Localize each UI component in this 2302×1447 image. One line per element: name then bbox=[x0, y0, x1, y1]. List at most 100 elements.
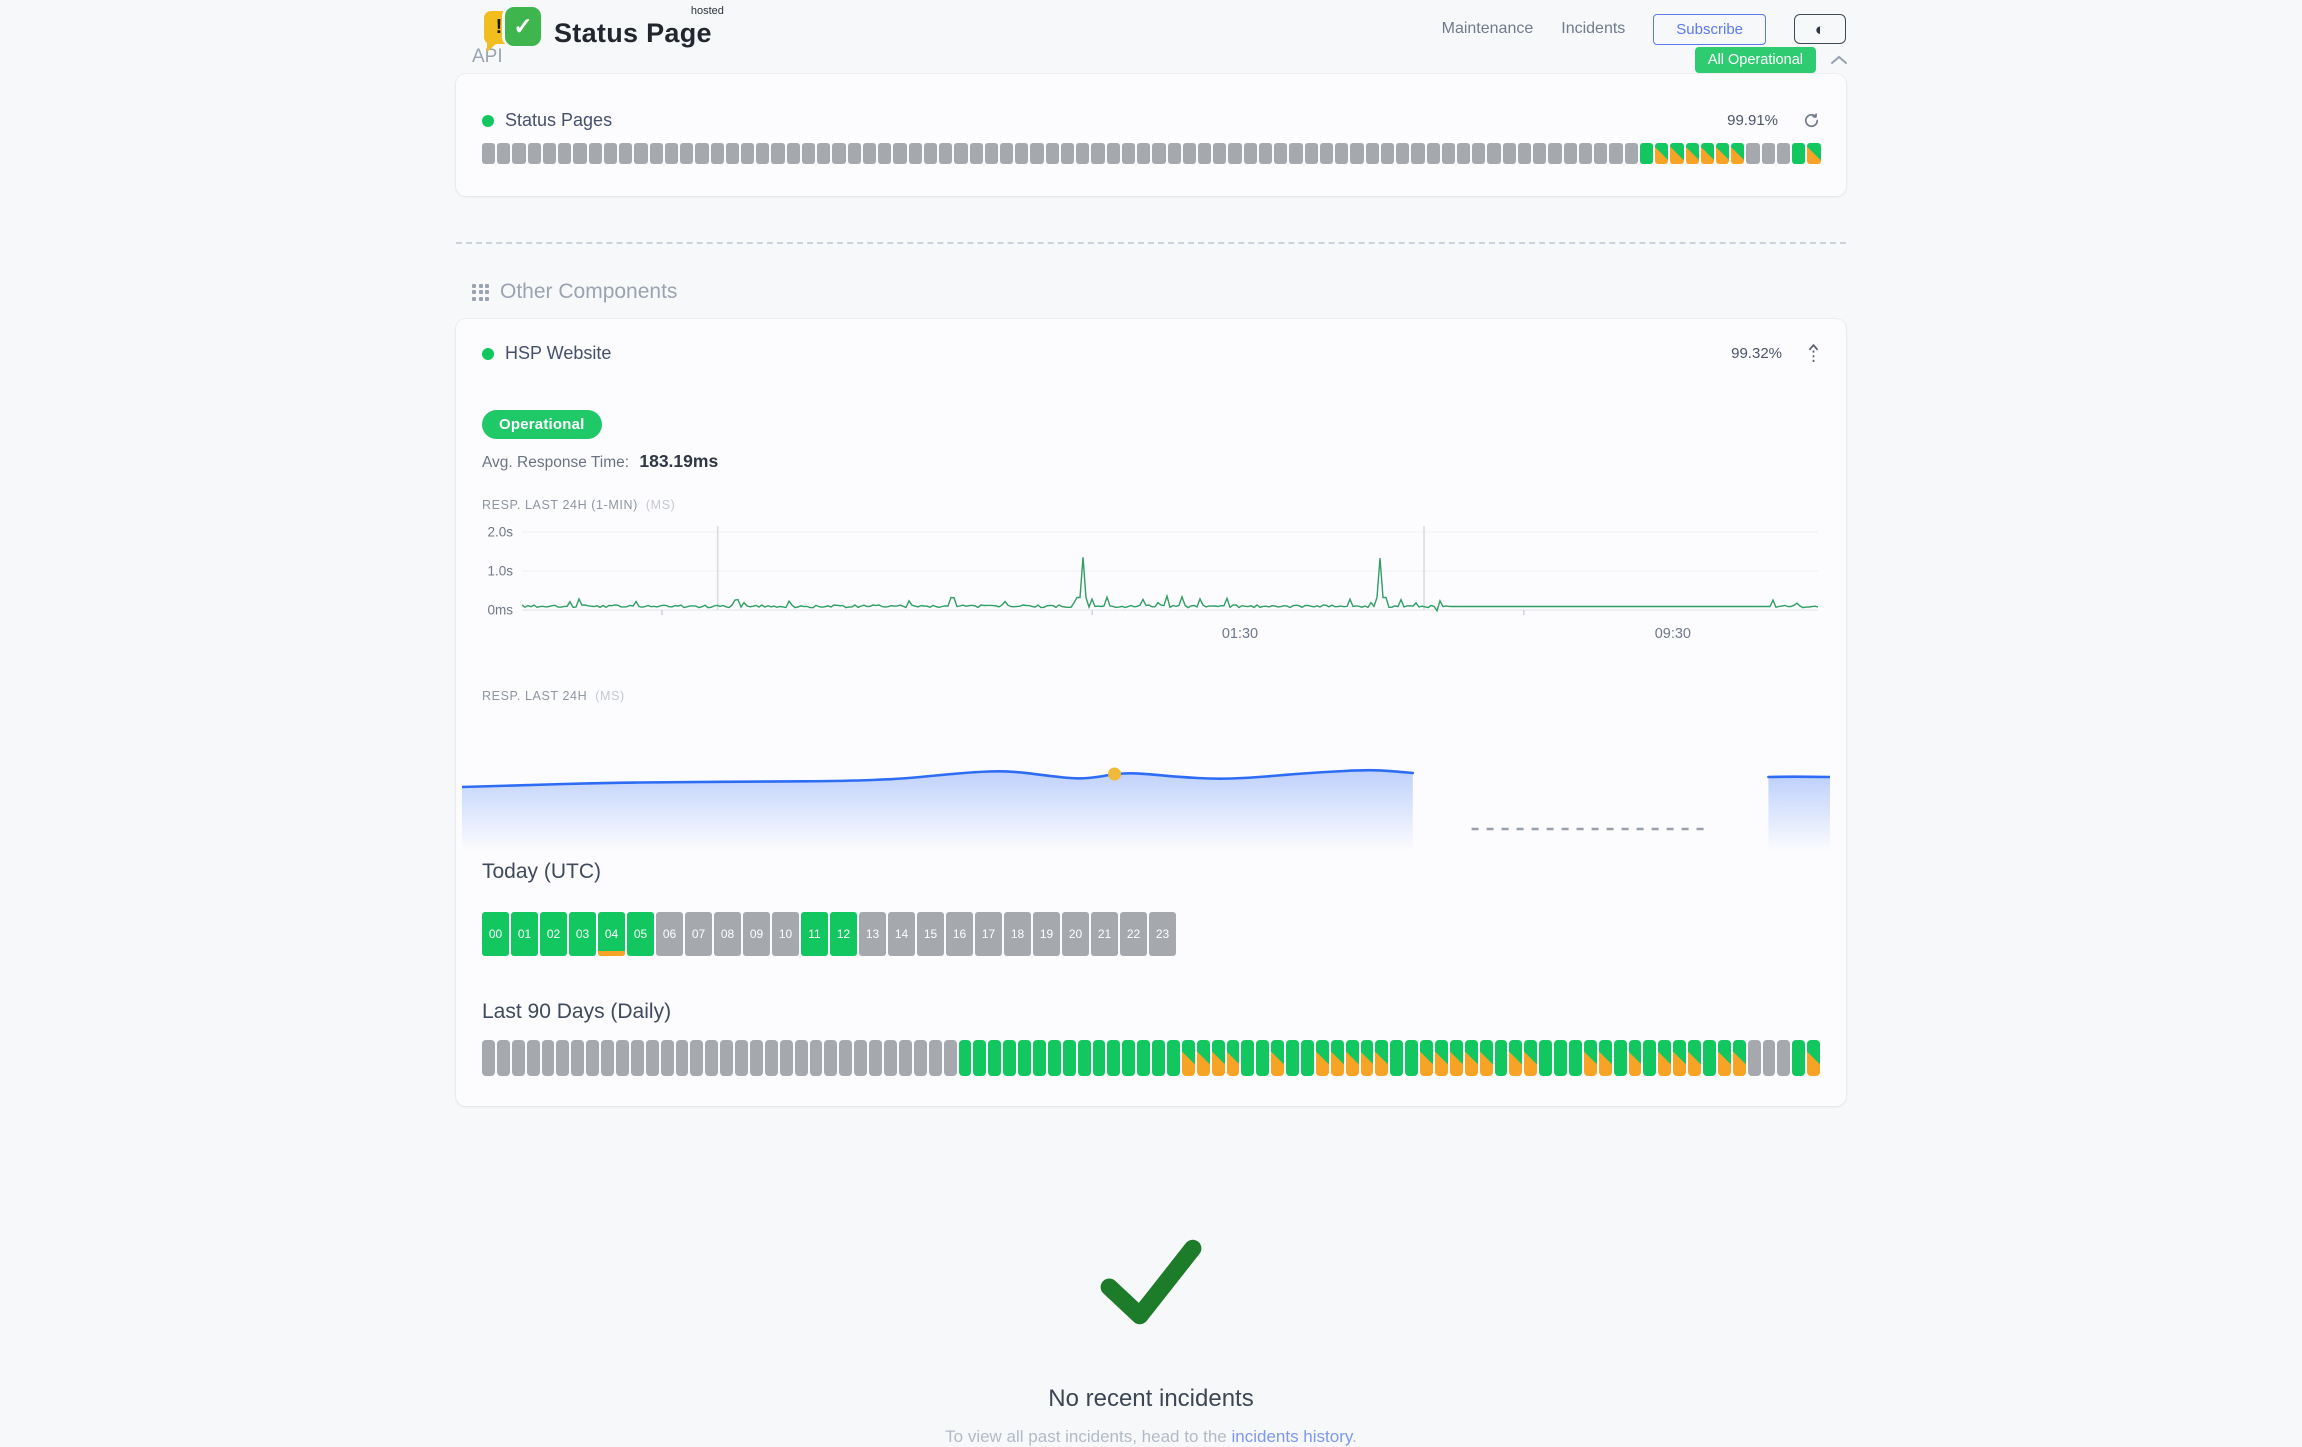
uptime-day-segment[interactable] bbox=[1569, 1040, 1582, 1076]
uptime-day-segment[interactable] bbox=[1524, 1040, 1537, 1076]
uptime-day-segment[interactable] bbox=[661, 1040, 674, 1076]
uptime-day-segment[interactable] bbox=[839, 1040, 852, 1076]
uptime-day-segment[interactable] bbox=[970, 143, 983, 164]
uptime-day-segment[interactable] bbox=[1554, 1040, 1567, 1076]
uptime-day-segment[interactable] bbox=[765, 1040, 778, 1076]
uptime-day-segment[interactable] bbox=[988, 1040, 1001, 1076]
uptime-day-segment[interactable] bbox=[1063, 1040, 1076, 1076]
uptime-day-segment[interactable] bbox=[1655, 143, 1668, 164]
hour-block-08[interactable]: 08 bbox=[714, 912, 741, 956]
uptime-day-segment[interactable] bbox=[650, 143, 663, 164]
uptime-day-segment[interactable] bbox=[771, 143, 784, 164]
uptime-day-segment[interactable] bbox=[1411, 143, 1424, 164]
uptime-day-segment[interactable] bbox=[1274, 143, 1287, 164]
hour-block-16[interactable]: 16 bbox=[946, 912, 973, 956]
uptime-day-segment[interactable] bbox=[1792, 1040, 1805, 1076]
hour-block-12[interactable]: 12 bbox=[830, 912, 857, 956]
uptime-day-segment[interactable] bbox=[1137, 143, 1150, 164]
uptime-day-segment[interactable] bbox=[1152, 1040, 1165, 1076]
uptime-day-segment[interactable] bbox=[528, 143, 541, 164]
hour-block-07[interactable]: 07 bbox=[685, 912, 712, 956]
uptime-day-segment[interactable] bbox=[1271, 1040, 1284, 1076]
uptime-day-segment[interactable] bbox=[634, 143, 647, 164]
uptime-day-segment[interactable] bbox=[1289, 143, 1302, 164]
uptime-day-segment[interactable] bbox=[756, 143, 769, 164]
uptime-day-segment[interactable] bbox=[824, 1040, 837, 1076]
uptime-day-segment[interactable] bbox=[512, 143, 525, 164]
uptime-day-segment[interactable] bbox=[497, 143, 510, 164]
hour-block-03[interactable]: 03 bbox=[569, 912, 596, 956]
uptime-day-segment[interactable] bbox=[939, 143, 952, 164]
uptime-day-segment[interactable] bbox=[787, 143, 800, 164]
uptime-day-segment[interactable] bbox=[1033, 1040, 1046, 1076]
uptime-day-segment[interactable] bbox=[1807, 1040, 1820, 1076]
hour-block-11[interactable]: 11 bbox=[801, 912, 828, 956]
uptime-day-segment[interactable] bbox=[1703, 1040, 1716, 1076]
uptime-day-segment[interactable] bbox=[1670, 143, 1683, 164]
uptime-day-segment[interactable] bbox=[1688, 1040, 1701, 1076]
uptime-day-segment[interactable] bbox=[1375, 1040, 1388, 1076]
hour-block-19[interactable]: 19 bbox=[1033, 912, 1060, 956]
uptime-day-segment[interactable] bbox=[482, 143, 495, 164]
uptime-day-segment[interactable] bbox=[893, 143, 906, 164]
uptime-day-segment[interactable] bbox=[1122, 1040, 1135, 1076]
incidents-history-link[interactable]: incidents history bbox=[1231, 1427, 1352, 1446]
uptime-day-segment[interactable] bbox=[1046, 143, 1059, 164]
uptime-day-segment[interactable] bbox=[1777, 143, 1790, 164]
uptime-day-segment[interactable] bbox=[1213, 143, 1226, 164]
uptime-day-segment[interactable] bbox=[1777, 1040, 1790, 1076]
uptime-day-segment[interactable] bbox=[543, 143, 556, 164]
uptime-day-segment[interactable] bbox=[1093, 1040, 1106, 1076]
uptime-day-segment[interactable] bbox=[1286, 1040, 1299, 1076]
hour-block-00[interactable]: 00 bbox=[482, 912, 509, 956]
hour-block-02[interactable]: 02 bbox=[540, 912, 567, 956]
uptime-day-segment[interactable] bbox=[899, 1040, 912, 1076]
uptime-day-segment[interactable] bbox=[1396, 143, 1409, 164]
uptime-day-segment[interactable] bbox=[810, 1040, 823, 1076]
hour-block-01[interactable]: 01 bbox=[511, 912, 538, 956]
collapse-section-button[interactable] bbox=[1828, 51, 1850, 70]
uptime-day-segment[interactable] bbox=[482, 1040, 495, 1076]
uptime-day-segment[interactable] bbox=[817, 143, 830, 164]
uptime-day-segment[interactable] bbox=[1594, 143, 1607, 164]
uptime-day-segment[interactable] bbox=[497, 1040, 510, 1076]
uptime-day-segment[interactable] bbox=[1472, 143, 1485, 164]
uptime-day-segment[interactable] bbox=[1361, 1040, 1374, 1076]
uptime-day-segment[interactable] bbox=[750, 1040, 763, 1076]
uptime-day-segment[interactable] bbox=[1346, 1040, 1359, 1076]
uptime-day-segment[interactable] bbox=[924, 143, 937, 164]
uptime-day-segment[interactable] bbox=[1305, 143, 1318, 164]
uptime-day-segment[interactable] bbox=[1003, 1040, 1016, 1076]
uptime-day-segment[interactable] bbox=[1579, 143, 1592, 164]
uptime-day-segment[interactable] bbox=[848, 143, 861, 164]
uptime-day-segment[interactable] bbox=[589, 143, 602, 164]
uptime-day-segment[interactable] bbox=[604, 143, 617, 164]
uptime-day-segment[interactable] bbox=[1518, 143, 1531, 164]
uptime-day-segment[interactable] bbox=[1564, 143, 1577, 164]
uptime-day-segment[interactable] bbox=[795, 1040, 808, 1076]
uptime-day-segment[interactable] bbox=[1487, 143, 1500, 164]
hour-block-06[interactable]: 06 bbox=[656, 912, 683, 956]
refresh-button[interactable] bbox=[1803, 112, 1820, 129]
uptime-day-segment[interactable] bbox=[780, 1040, 793, 1076]
uptime-day-segment[interactable] bbox=[1259, 143, 1272, 164]
uptime-day-segment[interactable] bbox=[1609, 143, 1622, 164]
uptime-day-segment[interactable] bbox=[1701, 143, 1714, 164]
uptime-day-segment[interactable] bbox=[1122, 143, 1135, 164]
uptime-day-segment[interactable] bbox=[556, 1040, 569, 1076]
uptime-day-segment[interactable] bbox=[646, 1040, 659, 1076]
uptime-day-segment[interactable] bbox=[1807, 143, 1820, 164]
hour-block-18[interactable]: 18 bbox=[1004, 912, 1031, 956]
uptime-day-segment[interactable] bbox=[711, 143, 724, 164]
uptime-day-segment[interactable] bbox=[1533, 143, 1546, 164]
uptime-day-segment[interactable] bbox=[1015, 143, 1028, 164]
uptime-day-segment[interactable] bbox=[735, 1040, 748, 1076]
uptime-day-segment[interactable] bbox=[854, 1040, 867, 1076]
uptime-day-segment[interactable] bbox=[1168, 143, 1181, 164]
uptime-day-segment[interactable] bbox=[1748, 1040, 1761, 1076]
uptime-day-segment[interactable] bbox=[1018, 1040, 1031, 1076]
uptime-day-segment[interactable] bbox=[1480, 1040, 1493, 1076]
uptime-day-segment[interactable] bbox=[1197, 1040, 1210, 1076]
uptime-day-segment[interactable] bbox=[1625, 143, 1638, 164]
uptime-day-segment[interactable] bbox=[1076, 143, 1089, 164]
